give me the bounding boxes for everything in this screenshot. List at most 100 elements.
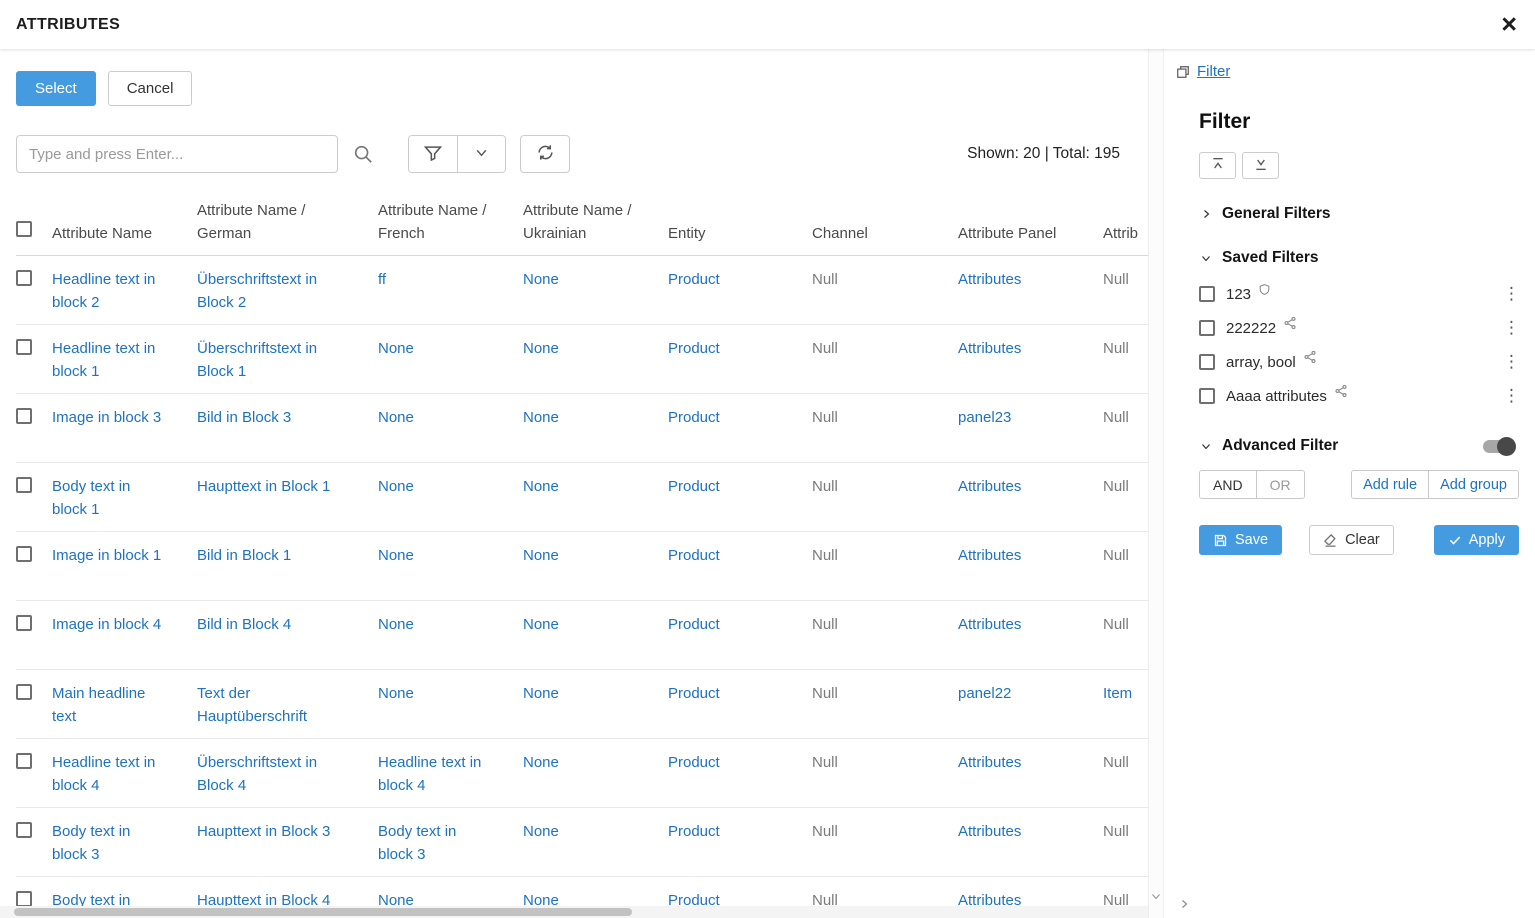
cell-link[interactable]: Image in block 1 — [52, 547, 161, 564]
close-button[interactable]: × — [1501, 11, 1517, 38]
scroll-down-icon[interactable] — [1150, 890, 1162, 902]
cell-link[interactable]: None — [523, 616, 559, 633]
add-rule-button[interactable]: Add rule — [1352, 471, 1428, 498]
collapse-all-button[interactable] — [1199, 152, 1236, 179]
cell-link[interactable]: Image in block 4 — [52, 616, 161, 633]
filter-dropdown-button[interactable] — [457, 136, 505, 172]
row-checkbox[interactable] — [16, 615, 32, 631]
cell-link[interactable]: panel23 — [958, 409, 1011, 426]
cell-link[interactable]: Attributes — [958, 547, 1021, 564]
more-menu-icon[interactable]: ⋮ — [1503, 386, 1517, 406]
row-checkbox[interactable] — [16, 339, 32, 355]
saved-filter-label[interactable]: Aaaa attributes — [1226, 388, 1327, 405]
cell-link[interactable]: Headline text in block 4 — [378, 754, 481, 794]
cell-link[interactable]: None — [523, 547, 559, 564]
cell-link[interactable]: Headline text in block 1 — [52, 340, 155, 380]
or-button[interactable]: OR — [1256, 471, 1304, 498]
cell-link[interactable]: Bild in Block 1 — [197, 547, 291, 564]
saved-filters-section[interactable]: Saved Filters — [1199, 249, 1519, 267]
cell-link[interactable]: None — [523, 409, 559, 426]
advanced-filter-toggle[interactable] — [1483, 440, 1513, 453]
refresh-button[interactable] — [520, 135, 570, 173]
apply-filter-button[interactable]: Apply — [1434, 525, 1519, 555]
saved-filter-label[interactable]: array, bool — [1226, 354, 1296, 371]
row-checkbox[interactable] — [16, 891, 32, 907]
cell-link[interactable]: Body text in block 3 — [52, 823, 130, 863]
cell-link[interactable]: Body text in block 3 — [378, 823, 456, 863]
more-menu-icon[interactable]: ⋮ — [1503, 284, 1517, 304]
horizontal-scrollbar-thumb[interactable] — [14, 908, 632, 916]
cell-link[interactable]: Headline text in block 4 — [52, 754, 155, 794]
cell-link[interactable]: None — [523, 340, 559, 357]
column-header-attribute-panel[interactable]: Attribute Panel — [958, 222, 1103, 245]
search-icon[interactable] — [352, 143, 374, 165]
cell-link[interactable]: Haupttext in Block 3 — [197, 823, 330, 840]
select-all-checkbox[interactable] — [16, 221, 32, 237]
column-header-attribute-name[interactable]: Attribute Name — [52, 222, 197, 245]
saved-filter-label[interactable]: 123 — [1226, 286, 1251, 303]
more-menu-icon[interactable]: ⋮ — [1503, 352, 1517, 372]
saved-filter-label[interactable]: 222222 — [1226, 320, 1276, 337]
column-header-german[interactable]: Attribute Name / German — [197, 199, 378, 245]
column-header-ukrainian[interactable]: Attribute Name / Ukrainian — [523, 199, 668, 245]
cell-link[interactable]: Product — [668, 271, 720, 288]
row-checkbox[interactable] — [16, 684, 32, 700]
cell-link[interactable]: Product — [668, 685, 720, 702]
advanced-filter-section[interactable]: Advanced Filter — [1199, 437, 1519, 455]
cell-link[interactable]: Product — [668, 409, 720, 426]
expand-all-button[interactable] — [1242, 152, 1279, 179]
cell-link[interactable]: Item — [1103, 685, 1132, 702]
saved-filter-checkbox[interactable] — [1199, 320, 1215, 336]
column-header-french[interactable]: Attribute Name / French — [378, 199, 523, 245]
cell-link[interactable]: Image in block 3 — [52, 409, 161, 426]
cell-link[interactable]: Attributes — [958, 478, 1021, 495]
saved-filter-checkbox[interactable] — [1199, 286, 1215, 302]
row-checkbox[interactable] — [16, 477, 32, 493]
column-header-entity[interactable]: Entity — [668, 222, 812, 245]
cell-link[interactable]: Product — [668, 478, 720, 495]
cell-link[interactable]: None — [523, 478, 559, 495]
filter-funnel-button[interactable] — [409, 136, 457, 172]
cell-link[interactable]: Product — [668, 823, 720, 840]
cell-link[interactable]: None — [523, 271, 559, 288]
cancel-button[interactable]: Cancel — [108, 71, 193, 106]
cell-link[interactable]: panel22 — [958, 685, 1011, 702]
select-button[interactable]: Select — [16, 71, 96, 106]
row-checkbox[interactable] — [16, 546, 32, 562]
save-filter-button[interactable]: Save — [1199, 525, 1282, 555]
clear-filter-button[interactable]: Clear — [1309, 525, 1394, 555]
cell-link[interactable]: None — [378, 340, 414, 357]
cell-link[interactable]: Product — [668, 754, 720, 771]
cell-link[interactable]: Überschriftstext in Block 2 — [197, 271, 317, 311]
cell-link[interactable]: None — [523, 823, 559, 840]
cell-link[interactable]: None — [378, 616, 414, 633]
general-filters-section[interactable]: General Filters — [1199, 205, 1519, 223]
cell-link[interactable]: Product — [668, 547, 720, 564]
cell-link[interactable]: Product — [668, 340, 720, 357]
add-group-button[interactable]: Add group — [1428, 471, 1518, 498]
saved-filter-checkbox[interactable] — [1199, 388, 1215, 404]
filter-link[interactable]: Filter — [1197, 63, 1230, 80]
cell-link[interactable]: Überschriftstext in Block 1 — [197, 340, 317, 380]
more-menu-icon[interactable]: ⋮ — [1503, 318, 1517, 338]
cell-link[interactable]: Attributes — [958, 271, 1021, 288]
cell-link[interactable]: Attributes — [958, 754, 1021, 771]
vertical-scrollbar[interactable] — [1148, 49, 1163, 918]
cell-link[interactable]: Headline text in block 2 — [52, 271, 155, 311]
horizontal-scrollbar[interactable] — [0, 906, 1148, 918]
panel-collapse-icon[interactable] — [1178, 898, 1190, 910]
cell-link[interactable]: None — [523, 754, 559, 771]
cell-link[interactable]: Überschriftstext in Block 4 — [197, 754, 317, 794]
cell-link[interactable]: Product — [668, 616, 720, 633]
cell-link[interactable]: Attributes — [958, 616, 1021, 633]
cell-link[interactable]: Body text in block 1 — [52, 478, 130, 518]
row-checkbox[interactable] — [16, 822, 32, 838]
cell-link[interactable]: Attributes — [958, 340, 1021, 357]
cell-link[interactable]: ff — [378, 271, 386, 288]
and-button[interactable]: AND — [1200, 471, 1256, 498]
cell-link[interactable]: Bild in Block 3 — [197, 409, 291, 426]
cell-link[interactable]: None — [378, 478, 414, 495]
row-checkbox[interactable] — [16, 753, 32, 769]
cell-link[interactable]: None — [378, 409, 414, 426]
search-input[interactable] — [16, 135, 338, 173]
